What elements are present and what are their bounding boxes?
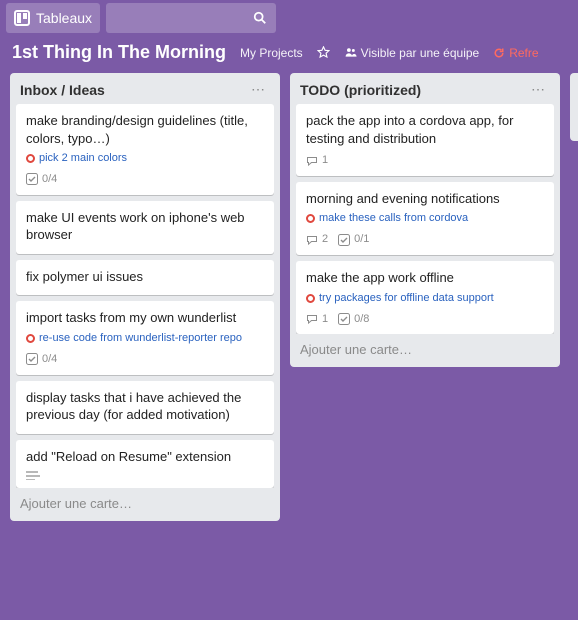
visibility-button[interactable]: Visible par une équipe (344, 46, 480, 60)
card-attachment: pick 2 main colors (26, 151, 264, 166)
attachment-icon (306, 294, 315, 303)
checklist-icon (338, 234, 350, 246)
comments-count: 1 (322, 153, 328, 168)
card-title: pack the app into a cordova app, for tes… (306, 112, 544, 147)
card-title: add "Reload on Resume" extension (26, 448, 264, 466)
board-canvas[interactable]: Inbox / Ideas ⋯ make branding/design gui… (0, 73, 578, 531)
card-attachment: try packages for offline data support (306, 291, 544, 306)
checklist-icon (26, 353, 38, 365)
card[interactable]: make UI events work on iphone's web brow… (16, 201, 274, 254)
attachment-icon (306, 214, 315, 223)
list-inbox-ideas: Inbox / Ideas ⋯ make branding/design gui… (10, 73, 280, 521)
global-topbar: Tableaux (0, 0, 578, 36)
search-input[interactable] (106, 3, 276, 33)
checklist-badge: 0/1 (338, 232, 369, 247)
card[interactable]: display tasks that i have achieved the p… (16, 381, 274, 434)
card-attachment: re-use code from wunderlist-reporter rep… (26, 331, 264, 346)
list-stub[interactable] (570, 73, 578, 141)
card-badges: 0/4 (26, 352, 264, 367)
team-link[interactable]: My Projects (240, 46, 303, 60)
list-title[interactable]: TODO (prioritized) (300, 82, 421, 98)
card-badges: 2 0/1 (306, 232, 544, 247)
search-icon (252, 10, 268, 26)
card[interactable]: import tasks from my own wunderlist re-u… (16, 301, 274, 374)
card-container: pack the app into a cordova app, for tes… (290, 104, 560, 334)
attachment-text: make these calls from cordova (319, 211, 468, 226)
card-title: morning and evening notifications (306, 190, 544, 208)
list-title[interactable]: Inbox / Ideas (20, 82, 105, 98)
list-header: TODO (prioritized) ⋯ (290, 73, 560, 104)
boards-button-label: Tableaux (36, 10, 92, 26)
comments-badge: 1 (306, 312, 328, 327)
card-badges: 0/4 (26, 172, 264, 187)
card-title: make the app work offline (306, 269, 544, 287)
card-badges (26, 471, 264, 480)
card[interactable]: make the app work offline try packages f… (296, 261, 554, 334)
list-header: Inbox / Ideas ⋯ (10, 73, 280, 104)
card-title: make UI events work on iphone's web brow… (26, 209, 264, 244)
description-badge (26, 471, 40, 480)
card[interactable]: add "Reload on Resume" extension (16, 440, 274, 489)
visibility-label: Visible par une équipe (361, 46, 480, 60)
checklist-badge: 0/4 (26, 352, 57, 367)
comment-icon (306, 155, 318, 167)
attachment-icon (26, 334, 35, 343)
list-menu-button[interactable]: ⋯ (527, 81, 550, 98)
checklist-count: 0/1 (354, 232, 369, 247)
checklist-badge: 0/4 (26, 172, 57, 187)
attachment-icon (26, 154, 35, 163)
board-icon (14, 10, 30, 26)
comments-badge: 2 (306, 232, 328, 247)
checklist-icon (26, 173, 38, 185)
card-title: make branding/design guidelines (title, … (26, 112, 264, 147)
attachment-text: pick 2 main colors (39, 151, 127, 166)
checklist-badge: 0/8 (338, 312, 369, 327)
card-container: make branding/design guidelines (title, … (10, 104, 280, 488)
attachment-text: try packages for offline data support (319, 291, 494, 306)
star-button[interactable] (317, 46, 330, 59)
checklist-icon (338, 313, 350, 325)
comments-count: 2 (322, 232, 328, 247)
card[interactable]: pack the app into a cordova app, for tes… (296, 104, 554, 176)
comments-badge: 1 (306, 153, 328, 168)
add-card-button[interactable]: Ajouter une carte… (10, 488, 280, 521)
refresh-label: Refre (509, 46, 538, 60)
card-badges: 1 (306, 153, 544, 168)
star-icon (317, 46, 330, 59)
refresh-icon (493, 47, 505, 59)
boards-button[interactable]: Tableaux (6, 3, 100, 33)
card[interactable]: fix polymer ui issues (16, 260, 274, 296)
attachment-text: re-use code from wunderlist-reporter rep… (39, 331, 242, 346)
comment-icon (306, 234, 318, 246)
list-menu-button[interactable]: ⋯ (247, 81, 270, 98)
comments-count: 1 (322, 312, 328, 327)
list-todo-prioritized: TODO (prioritized) ⋯ pack the app into a… (290, 73, 560, 367)
team-icon (344, 46, 357, 59)
checklist-count: 0/4 (42, 172, 57, 187)
card-title: fix polymer ui issues (26, 268, 264, 286)
comment-icon (306, 313, 318, 325)
card-title: display tasks that i have achieved the p… (26, 389, 264, 424)
card[interactable]: morning and evening notifications make t… (296, 182, 554, 255)
refresh-button[interactable]: Refre (493, 46, 538, 60)
card-attachment: make these calls from cordova (306, 211, 544, 226)
card-title: import tasks from my own wunderlist (26, 309, 264, 327)
board-header: 1st Thing In The Morning My Projects Vis… (0, 36, 578, 73)
add-card-button[interactable]: Ajouter une carte… (290, 334, 560, 367)
board-title[interactable]: 1st Thing In The Morning (12, 42, 226, 63)
checklist-count: 0/4 (42, 352, 57, 367)
checklist-count: 0/8 (354, 312, 369, 327)
description-icon (26, 471, 40, 480)
card[interactable]: make branding/design guidelines (title, … (16, 104, 274, 195)
card-badges: 1 0/8 (306, 312, 544, 327)
